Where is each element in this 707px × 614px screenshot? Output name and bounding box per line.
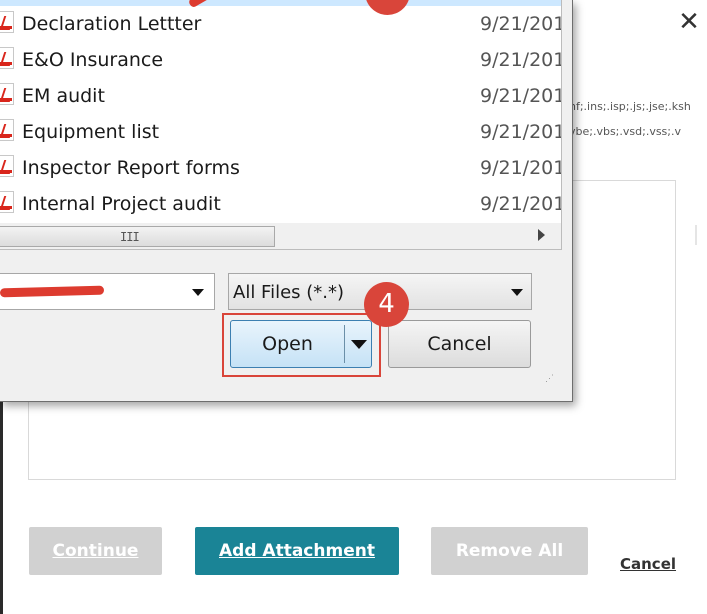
- horizontal-scrollbar[interactable]: III: [0, 223, 561, 249]
- file-row[interactable]: Inspector Report forms 9/21/201: [0, 150, 562, 186]
- split-button-divider: [344, 325, 345, 363]
- continue-button[interactable]: Continue: [29, 527, 162, 575]
- open-button[interactable]: Open: [230, 320, 372, 368]
- file-name: Equipment list: [22, 121, 160, 143]
- pdf-icon: [0, 11, 14, 33]
- file-type-value: All Files (*.*): [233, 282, 345, 303]
- file-name: EM audit: [22, 85, 105, 107]
- file-name: Internal Project audit: [22, 193, 221, 215]
- file-name: Inspector Report forms: [22, 157, 240, 179]
- open-options-arrow-icon[interactable]: [351, 340, 367, 349]
- open-button-label: Open: [262, 333, 313, 355]
- pdf-icon: [0, 47, 14, 69]
- resize-grip-icon[interactable]: ⋰: [545, 375, 559, 391]
- drop-area-edge: [695, 225, 697, 245]
- file-row[interactable]: EM audit 9/21/201: [0, 78, 562, 114]
- file-date: 9/21/201: [480, 13, 562, 35]
- file-name: Declaration Lettter: [22, 13, 202, 35]
- file-row[interactable]: Equipment list 9/21/201: [0, 114, 562, 150]
- file-date: 9/21/201: [480, 49, 562, 71]
- file-date: 9/21/201: [480, 157, 562, 179]
- pdf-icon: [0, 119, 14, 141]
- file-date: 9/21/201: [480, 121, 562, 143]
- pdf-icon: [0, 83, 14, 105]
- scroll-right-arrow-icon[interactable]: [538, 229, 545, 241]
- dialog-cancel-button[interactable]: Cancel: [388, 320, 531, 368]
- file-list[interactable]: Declaration Lettter 9/21/201 E&O Insuran…: [0, 0, 562, 250]
- allowed-extensions-line-2: vbe;.vbs;.vsd;.vss;.v: [569, 125, 681, 138]
- step-badge: 4: [364, 282, 409, 327]
- close-icon[interactable]: ✕: [675, 8, 703, 36]
- file-date: 9/21/201: [480, 193, 562, 215]
- file-row[interactable]: E&O Insurance 9/21/201: [0, 42, 562, 78]
- add-attachment-button[interactable]: Add Attachment: [195, 527, 399, 575]
- file-row[interactable]: Internal Project audit 9/21/201: [0, 186, 562, 222]
- file-name: E&O Insurance: [22, 49, 164, 71]
- pdf-icon: [0, 191, 14, 213]
- chevron-down-icon[interactable]: [192, 289, 204, 296]
- file-row[interactable]: Declaration Lettter 9/21/201: [0, 6, 562, 42]
- file-date: 9/21/201: [480, 85, 562, 107]
- file-open-dialog: Declaration Lettter 9/21/201 E&O Insuran…: [0, 0, 573, 402]
- allowed-extensions-line-1: hf;.ins;.isp;.js;.jse;.ksh: [569, 100, 691, 113]
- scrollbar-grip: III: [120, 230, 140, 244]
- pdf-icon: [0, 155, 14, 177]
- remove-all-button[interactable]: Remove All: [431, 527, 588, 575]
- scrollbar-thumb[interactable]: III: [0, 226, 275, 247]
- chevron-down-icon[interactable]: [511, 289, 523, 296]
- modal-cancel-link[interactable]: Cancel: [620, 555, 676, 573]
